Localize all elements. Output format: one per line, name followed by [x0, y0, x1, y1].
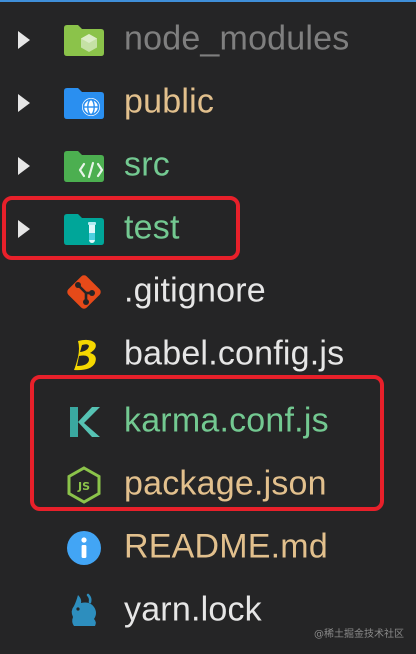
nodejs-icon: JS — [62, 463, 106, 507]
tree-item-test[interactable]: test — [0, 197, 416, 260]
chevron-right-icon[interactable] — [18, 219, 30, 238]
chevron-right-icon[interactable] — [18, 93, 30, 112]
karma-icon — [62, 400, 106, 444]
test-folder-icon — [62, 207, 106, 251]
chevron-right-icon[interactable] — [18, 30, 30, 49]
tree-item-label: README.md — [124, 527, 328, 566]
tree-item-label: node_modules — [124, 19, 350, 58]
tree-item-label: test — [124, 208, 180, 247]
yarn-icon — [62, 589, 106, 633]
tree-item-label: package.json — [124, 464, 327, 503]
tree-item-label: karma.conf.js — [124, 401, 329, 440]
node-modules-folder-icon — [62, 18, 106, 62]
tree-item-label: babel.config.js — [124, 334, 345, 373]
tree-item-readme[interactable]: README.md — [0, 516, 416, 579]
tree-item-label: yarn.lock — [124, 590, 262, 629]
tree-item-package-json[interactable]: JS package.json — [0, 453, 416, 516]
tree-item-public[interactable]: public — [0, 71, 416, 134]
tree-item-gitignore[interactable]: .gitignore — [0, 260, 416, 323]
src-folder-icon — [62, 144, 106, 188]
tree-item-label: .gitignore — [124, 271, 266, 310]
chevron-right-icon[interactable] — [18, 156, 30, 175]
tree-item-node-modules[interactable]: node_modules — [0, 8, 416, 71]
babel-icon — [62, 333, 106, 377]
watermark: @稀土掘金技术社区 — [314, 629, 404, 640]
active-panel-indicator — [0, 0, 416, 2]
tree-item-babel-config[interactable]: babel.config.js — [0, 323, 416, 386]
tree-item-karma-conf[interactable]: karma.conf.js — [0, 390, 416, 453]
info-icon — [62, 526, 106, 570]
public-folder-icon — [62, 81, 106, 125]
tree-item-label: public — [124, 82, 215, 121]
tree-item-src[interactable]: src — [0, 134, 416, 197]
svg-text:JS: JS — [77, 480, 90, 493]
git-icon — [62, 270, 106, 314]
tree-item-label: src — [124, 145, 170, 184]
